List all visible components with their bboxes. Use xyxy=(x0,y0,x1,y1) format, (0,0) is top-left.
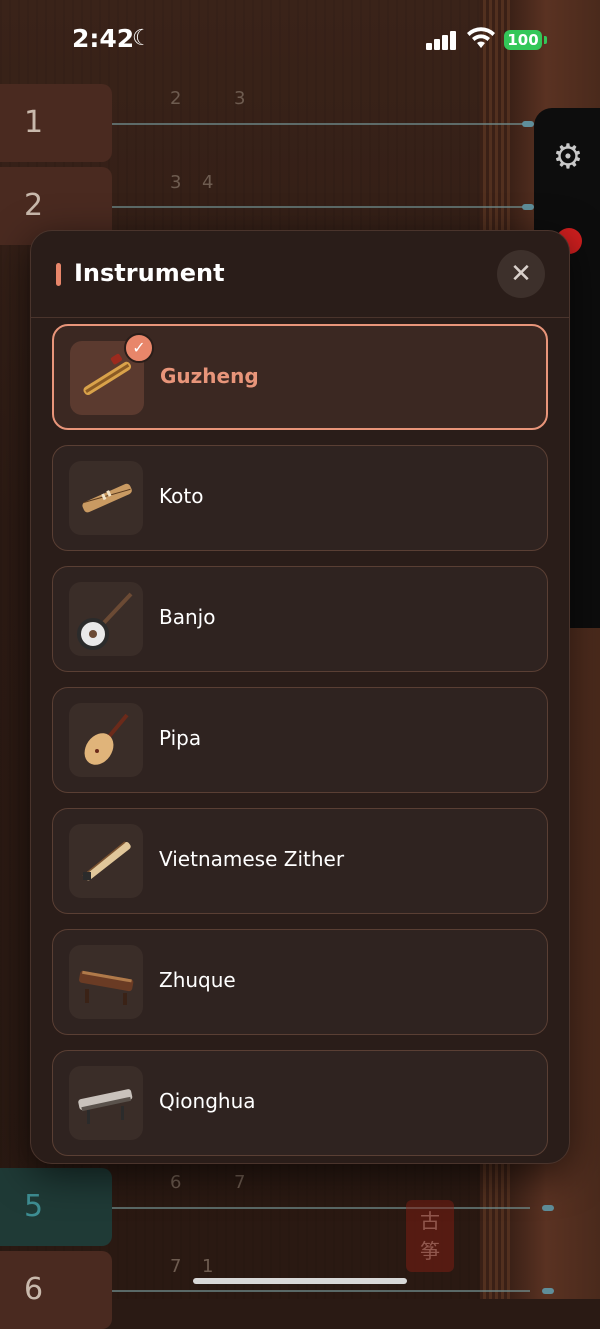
instrument-item-koto[interactable]: Koto xyxy=(52,445,548,551)
zhuque-icon xyxy=(69,945,143,1019)
status-bar: 2:42 ☾ 100 xyxy=(0,0,600,80)
instrument-label: Guzheng xyxy=(160,364,259,388)
status-time: 2:42 xyxy=(72,24,135,53)
modal-header: Instrument ✕ xyxy=(31,231,569,318)
string-peg xyxy=(542,1288,554,1294)
instrument-label: Koto xyxy=(159,484,204,508)
string-peg xyxy=(522,121,534,127)
string-key-1[interactable]: 1 xyxy=(0,84,112,162)
instrument-label: Banjo xyxy=(159,605,216,629)
string-key-5[interactable]: 5 xyxy=(0,1168,112,1246)
instrument-item-zhuque[interactable]: Zhuque xyxy=(52,929,548,1035)
seal-stamp: 古 筝 xyxy=(406,1200,454,1272)
koto-icon xyxy=(69,461,143,535)
note-number: 1 xyxy=(202,1256,214,1277)
vietnamese-zither-icon xyxy=(69,824,143,898)
qionghua-icon xyxy=(69,1066,143,1140)
close-button[interactable]: ✕ xyxy=(497,250,545,298)
stamp-char: 古 xyxy=(420,1209,440,1233)
instrument-label: Pipa xyxy=(159,726,202,750)
instrument-item-vietnamese-zither[interactable]: Vietnamese Zither xyxy=(52,808,548,914)
instrument-item-banjo[interactable]: Banjo xyxy=(52,566,548,672)
string-2[interactable] xyxy=(110,206,530,208)
close-icon: ✕ xyxy=(510,259,532,289)
instrument-label: Zhuque xyxy=(159,968,236,992)
instrument-label: Vietnamese Zither xyxy=(159,847,345,871)
cellular-signal-icon xyxy=(426,30,458,50)
stamp-char: 筝 xyxy=(420,1239,440,1263)
note-number: 7 xyxy=(170,1256,182,1277)
string-peg xyxy=(522,204,534,210)
battery-level: 100 xyxy=(504,30,542,50)
string-5[interactable] xyxy=(110,1207,530,1209)
instrument-item-qionghua[interactable]: Qionghua xyxy=(52,1050,548,1156)
note-number: 6 xyxy=(170,1172,182,1193)
instrument-item-pipa[interactable]: Pipa xyxy=(52,687,548,793)
gear-icon[interactable]: ⚙ xyxy=(551,140,585,174)
string-1[interactable] xyxy=(110,123,530,125)
banjo-icon xyxy=(69,582,143,656)
instrument-label: Qionghua xyxy=(159,1089,256,1113)
note-number: 7 xyxy=(234,1172,246,1193)
modal-title: Instrument xyxy=(74,259,225,287)
string-key-6[interactable]: 6 xyxy=(0,1251,112,1329)
string-6[interactable] xyxy=(110,1290,530,1292)
wifi-icon xyxy=(467,27,495,48)
note-number: 4 xyxy=(202,172,214,193)
instrument-modal: Instrument ✕ ✓ Guzheng Koto Banjo Pipa V… xyxy=(30,230,570,1164)
pipa-icon xyxy=(69,703,143,777)
note-number: 3 xyxy=(234,88,246,109)
note-number: 2 xyxy=(170,88,182,109)
string-peg xyxy=(542,1205,554,1211)
moon-icon: ☾ xyxy=(132,26,152,51)
selected-check-icon: ✓ xyxy=(124,333,154,363)
home-indicator[interactable] xyxy=(193,1278,407,1284)
battery-icon xyxy=(544,36,547,44)
title-accent-bar xyxy=(56,263,61,286)
instrument-item-guzheng[interactable]: ✓ Guzheng xyxy=(52,324,548,430)
note-number: 3 xyxy=(170,172,182,193)
